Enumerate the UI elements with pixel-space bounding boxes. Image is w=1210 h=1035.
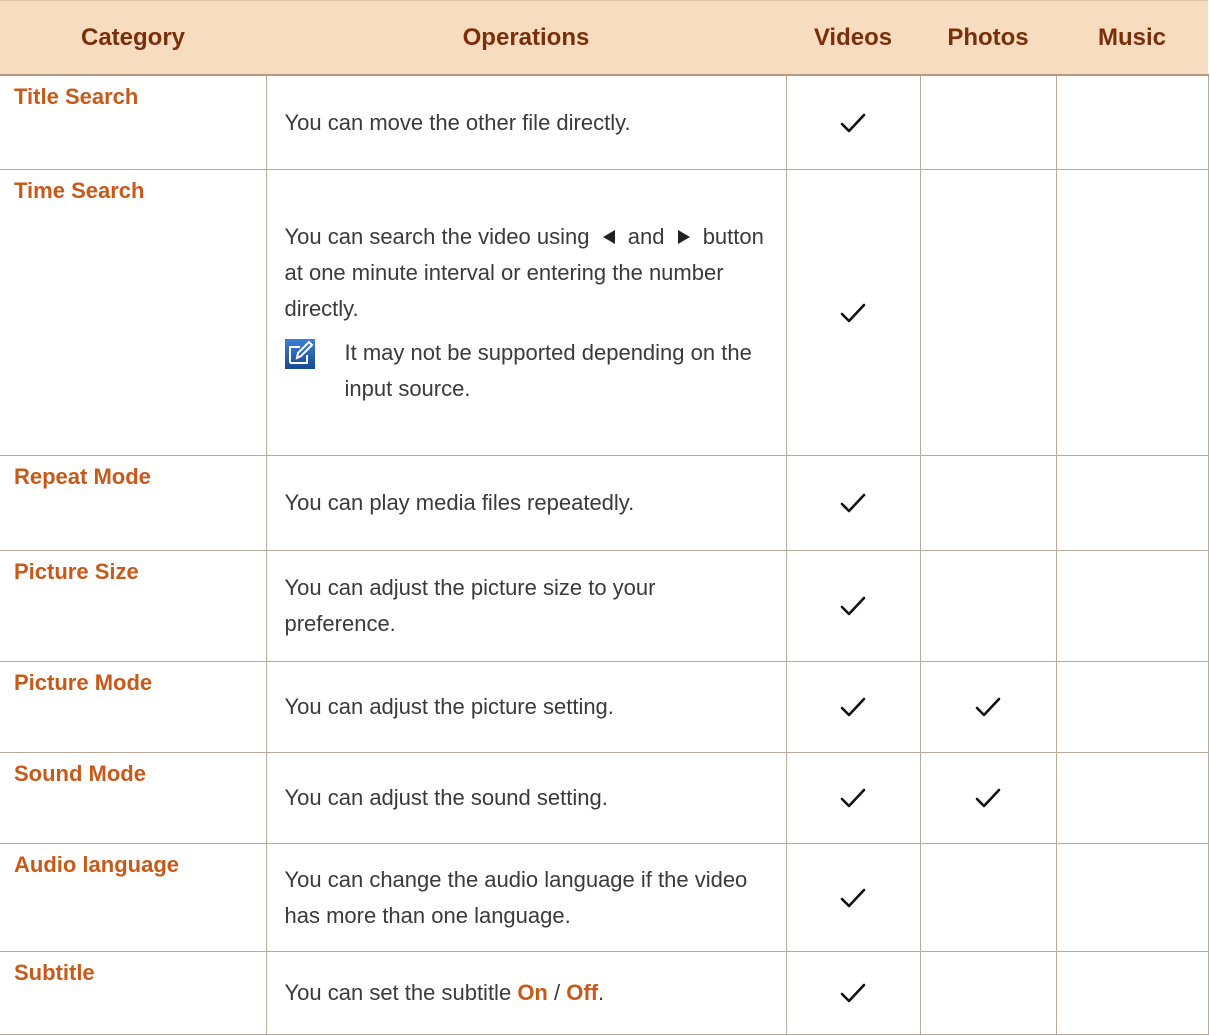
check-icon <box>840 113 866 132</box>
operation-text: You can set the subtitle On / Off. <box>265 951 787 1035</box>
operation-prefix: You can set the subtitle <box>284 980 512 1005</box>
category-title-search: Title Search <box>0 74 267 170</box>
photos-cell <box>919 169 1057 456</box>
operation-separator: / <box>554 980 561 1005</box>
videos-cell <box>785 752 921 844</box>
header-photos: Photos <box>920 0 1056 76</box>
operation-part1: You can search the video using <box>284 223 590 249</box>
videos-cell <box>785 951 921 1035</box>
category-picture-mode: Picture Mode <box>0 661 267 753</box>
music-cell <box>1055 752 1209 844</box>
music-cell <box>1055 550 1209 662</box>
check-icon <box>840 596 866 616</box>
keyword-on: On <box>517 980 548 1005</box>
operation-text: You can play media files repeatedly. <box>265 455 787 551</box>
photos-cell <box>919 550 1057 662</box>
category-repeat-mode: Repeat Mode <box>0 455 267 551</box>
category-picture-size: Picture Size <box>0 550 267 662</box>
videos-cell <box>785 169 921 456</box>
right-triangle-icon <box>677 229 690 244</box>
operation-suffix: . <box>598 980 605 1005</box>
photos-cell <box>919 661 1057 753</box>
features-table: Category Operations Videos Photos Music … <box>0 0 1209 1035</box>
check-icon <box>840 788 866 808</box>
operation-text: You can adjust the picture setting. <box>265 661 787 753</box>
videos-cell <box>785 455 921 551</box>
table-row: Repeat Mode You can play media files rep… <box>0 455 1209 551</box>
table-row: Subtitle You can set the subtitle On / O… <box>0 951 1209 1035</box>
music-cell <box>1055 74 1209 170</box>
header-category: Category <box>0 0 266 76</box>
header-videos: Videos <box>786 0 920 76</box>
music-cell <box>1055 455 1209 551</box>
check-icon <box>840 697 866 717</box>
header-operations: Operations <box>266 0 786 76</box>
category-time-search: Time Search <box>0 169 267 456</box>
operation-text: You can move the other file directly. <box>265 74 787 170</box>
table-row: Title Search You can move the other file… <box>0 74 1209 170</box>
keyword-off: Off <box>566 980 599 1005</box>
header-music: Music <box>1056 0 1208 76</box>
photos-cell <box>919 455 1057 551</box>
table-row: Audio language You can change the audio … <box>0 843 1209 952</box>
check-icon <box>840 888 866 907</box>
photos-cell <box>919 951 1057 1035</box>
note-pen-icon <box>284 338 315 369</box>
check-icon <box>840 493 866 513</box>
operation-text: You can change the audio language if the… <box>265 843 787 952</box>
left-triangle-icon <box>602 229 615 244</box>
check-icon <box>975 788 1001 808</box>
photos-cell <box>919 843 1057 952</box>
videos-cell <box>785 74 921 170</box>
header-row: Category Operations Videos Photos Music <box>0 0 1208 76</box>
photos-cell <box>919 752 1057 844</box>
photos-cell <box>919 74 1057 170</box>
music-cell <box>1055 843 1209 952</box>
music-cell <box>1055 951 1209 1035</box>
table-row: Time Search You can search the video usi… <box>0 169 1209 456</box>
category-subtitle: Subtitle <box>0 951 267 1035</box>
table-row: Picture Mode You can adjust the picture … <box>0 661 1209 753</box>
table-row: Sound Mode You can adjust the sound sett… <box>0 752 1209 844</box>
category-sound-mode: Sound Mode <box>0 752 267 844</box>
operation-text: You can adjust the picture size to your … <box>265 550 787 662</box>
videos-cell <box>785 843 921 952</box>
operation-and: and <box>627 223 665 249</box>
operation-text: You can search the video using and butto… <box>265 169 787 456</box>
music-cell <box>1055 169 1209 456</box>
operation-text: You can adjust the sound setting. <box>265 752 787 844</box>
videos-cell <box>785 550 921 662</box>
category-audio-language: Audio language <box>0 843 267 952</box>
check-icon <box>840 983 866 1003</box>
note: It may not be supported depending on the… <box>284 335 768 407</box>
videos-cell <box>785 661 921 753</box>
check-icon <box>840 303 866 322</box>
music-cell <box>1055 661 1209 753</box>
check-icon <box>975 697 1001 717</box>
note-text: It may not be supported depending on the… <box>344 339 752 401</box>
table-row: Picture Size You can adjust the picture … <box>0 550 1209 662</box>
